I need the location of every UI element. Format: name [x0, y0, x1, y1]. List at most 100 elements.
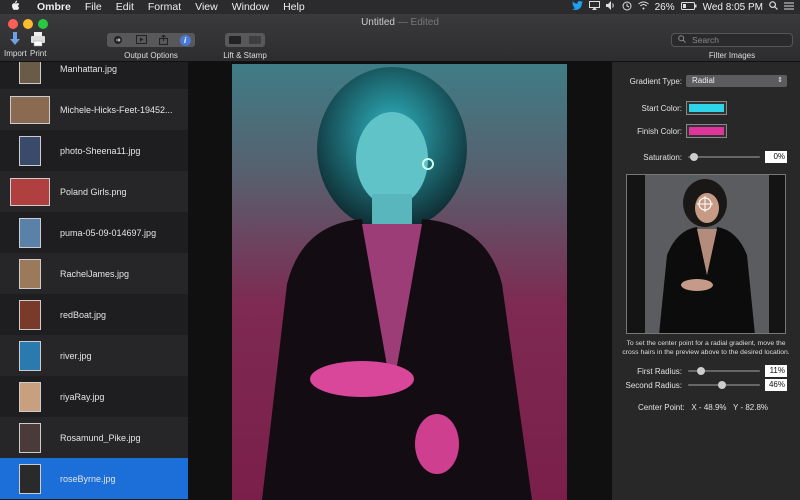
saturation-slider[interactable]	[688, 153, 760, 161]
thumbnail-image	[10, 177, 50, 206]
file-name: Manhattan.jpg	[60, 63, 118, 74]
search-field[interactable]: Search	[671, 33, 793, 47]
file-list: Manhattan.jpg Michele-Hicks-Feet-19452...…	[0, 62, 188, 500]
file-list-item[interactable]: roseByrne.jpg	[0, 458, 188, 499]
thumbnail-image	[19, 340, 41, 371]
preview-image	[627, 175, 785, 333]
file-list-item[interactable]: Rosamund_Pike.jpg	[0, 417, 188, 458]
start-color-swatch	[689, 104, 724, 112]
first-radius-knob[interactable]	[697, 367, 705, 375]
menu-view[interactable]: View	[188, 1, 225, 13]
saturation-track	[688, 156, 760, 158]
menu-edit[interactable]: Edit	[109, 1, 141, 13]
file-thumbnail	[8, 62, 52, 85]
saturation-value[interactable]: 0%	[765, 151, 787, 163]
file-list-item[interactable]: photo-Sheena11.jpg	[0, 130, 188, 171]
output-options-label: Output Options	[124, 51, 178, 60]
finish-color-well[interactable]	[686, 124, 727, 138]
second-radius-knob[interactable]	[718, 381, 726, 389]
thumbnail-image	[19, 381, 41, 412]
slideshow-icon[interactable]	[134, 35, 148, 45]
stamp-icon[interactable]	[249, 36, 261, 44]
file-thumbnail	[8, 422, 52, 454]
gradient-type-value: Radial	[692, 76, 715, 85]
second-radius-value[interactable]: 46%	[765, 379, 787, 391]
file-list-item[interactable]: RachelJames.jpg	[0, 253, 188, 294]
thumbnail-image	[19, 422, 41, 453]
file-thumbnail	[8, 299, 52, 331]
wifi-icon[interactable]	[637, 1, 649, 13]
thumbnail-image	[10, 95, 50, 124]
file-name: Rosamund_Pike.jpg	[60, 432, 141, 443]
file-list-item[interactable]: puma-05-09-014697.jpg	[0, 212, 188, 253]
file-thumbnail	[8, 340, 52, 372]
thumbnail-image	[19, 258, 41, 289]
portrait-figure	[262, 67, 532, 500]
menu-format[interactable]: Format	[141, 1, 188, 13]
file-list-item[interactable]: redBoat.jpg	[0, 294, 188, 335]
file-name: river.jpg	[60, 350, 92, 361]
import-button[interactable]: Import	[4, 31, 27, 58]
start-color-label: Start Color:	[641, 104, 682, 113]
list-icon[interactable]	[784, 2, 794, 13]
center-point-label: Center Point:	[638, 403, 685, 412]
twitter-icon[interactable]	[571, 1, 583, 13]
time-machine-icon[interactable]	[622, 1, 632, 14]
volume-icon[interactable]	[605, 1, 616, 13]
file-name: photo-Sheena11.jpg	[60, 145, 141, 156]
first-radius-slider[interactable]	[688, 367, 760, 375]
thumbnail-image	[19, 463, 41, 494]
saturation-knob[interactable]	[690, 153, 698, 161]
menu-window[interactable]: Window	[225, 1, 276, 13]
search-icon	[678, 34, 686, 46]
battery-icon[interactable]	[680, 1, 697, 13]
lift-stamp-control	[225, 33, 265, 47]
import-icon	[10, 32, 21, 45]
menu-file[interactable]: File	[78, 1, 109, 13]
settings-panel: Gradient Type: Radial ⇕ Start Color: Fin…	[612, 62, 800, 500]
thumbnail-image	[19, 62, 41, 84]
thumbnail-image	[19, 217, 41, 248]
window-toolbar: Untitled — Edited Import Print i Output …	[0, 14, 800, 62]
output-format-icon[interactable]	[111, 35, 125, 45]
first-radius-value[interactable]: 11%	[765, 365, 787, 377]
saturation-label: Saturation:	[643, 153, 682, 162]
file-list-item[interactable]: Michele-Hicks-Feet-19452...	[0, 89, 188, 130]
apple-icon[interactable]	[0, 0, 30, 14]
menu-help[interactable]: Help	[276, 1, 312, 13]
file-list-item[interactable]: Manhattan.jpg	[0, 62, 188, 89]
gradient-type-label: Gradient Type:	[629, 77, 682, 86]
print-label: Print	[30, 49, 47, 58]
center-point-x: X - 48.9%	[691, 403, 727, 412]
filter-images-label: Filter Images	[708, 51, 756, 60]
info-icon[interactable]: i	[179, 34, 191, 46]
start-color-well[interactable]	[686, 101, 727, 115]
lift-stamp-label: Lift & Stamp	[223, 51, 267, 60]
center-point-y: Y - 82.8%	[733, 403, 769, 412]
center-point-help: To set the center point for a radial gra…	[622, 340, 790, 356]
clock[interactable]: Wed 8:05 PM	[703, 2, 763, 13]
second-radius-slider[interactable]	[688, 381, 760, 389]
file-name: puma-05-09-014697.jpg	[60, 227, 157, 238]
share-icon[interactable]	[157, 34, 171, 45]
menu-app-name[interactable]: Ombre	[30, 1, 78, 13]
thumbnail-image	[19, 135, 41, 166]
main-image[interactable]	[232, 64, 567, 500]
print-button[interactable]: Print	[30, 31, 46, 58]
gradient-preview[interactable]	[626, 174, 786, 334]
file-list-item[interactable]: Poland Girls.png	[0, 171, 188, 212]
gradient-type-select[interactable]: Radial ⇕	[686, 75, 787, 87]
file-list-item[interactable]: riyaRay.jpg	[0, 376, 188, 417]
spotlight-icon[interactable]	[769, 1, 778, 13]
output-options-control: i	[107, 33, 195, 47]
finish-color-swatch	[689, 127, 724, 135]
file-thumbnail	[8, 217, 52, 249]
window-title: Untitled — Edited	[0, 17, 800, 28]
airplay-icon[interactable]	[588, 1, 600, 13]
file-name: RachelJames.jpg	[60, 268, 130, 279]
file-name: Michele-Hicks-Feet-19452...	[60, 104, 173, 115]
battery-percent: 26%	[654, 1, 675, 13]
file-list-item[interactable]: river.jpg	[0, 335, 188, 376]
lift-icon[interactable]	[229, 36, 241, 44]
select-arrows-icon: ⇕	[777, 77, 783, 84]
